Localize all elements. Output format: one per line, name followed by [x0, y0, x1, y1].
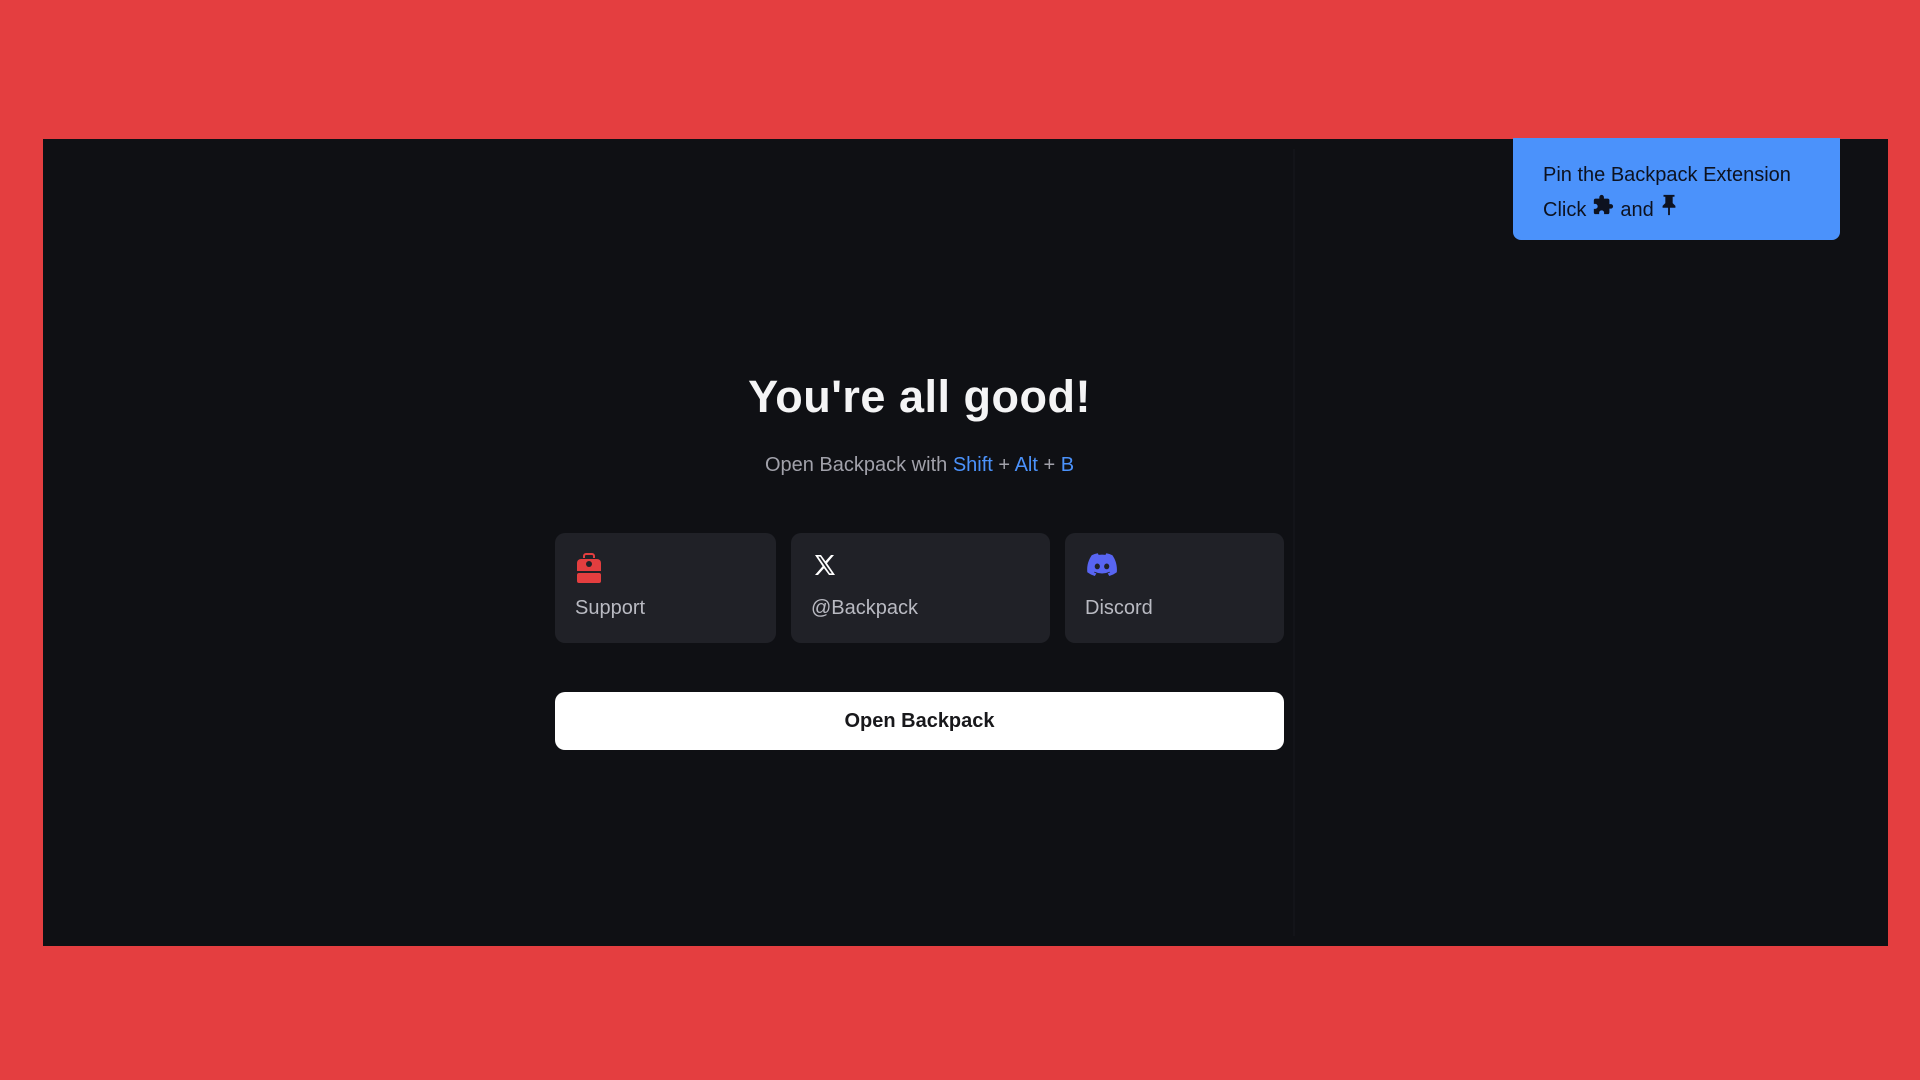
pin-callout-title: Pin the Backpack Extension [1543, 164, 1791, 186]
shortcut-plus: + [998, 454, 1011, 476]
shortcut-key-shift: Shift [952, 454, 993, 476]
shortcut-key-b: B [1060, 454, 1075, 476]
shortcut-plus: + [1043, 454, 1056, 476]
app-window: Pin the Backpack Extension Click and You… [43, 138, 1888, 946]
support-card[interactable]: Support [555, 533, 776, 643]
discord-card[interactable]: Discord [1065, 533, 1284, 643]
discord-icon [1087, 553, 1117, 582]
pin-callout-click-text: Click [1543, 199, 1587, 221]
pushpin-icon [1654, 193, 1684, 228]
open-backpack-button[interactable]: Open Backpack [555, 692, 1284, 750]
x-card[interactable]: @Backpack [791, 533, 1050, 643]
divider [1293, 149, 1295, 936]
pin-callout-instructions: Click and [1543, 193, 1812, 228]
discord-card-label: Discord [1085, 597, 1153, 619]
backpack-icon [577, 553, 601, 588]
shortcut-key-alt: Alt [1014, 454, 1038, 476]
pin-callout-and-text: and [1620, 199, 1654, 221]
shortcut-hint: Open Backpack with Shift + Alt + B [555, 454, 1284, 477]
x-card-label: @Backpack [811, 597, 919, 619]
x-logo-icon [813, 553, 837, 582]
pin-extension-callout: Pin the Backpack Extension Click and [1513, 138, 1840, 240]
puzzle-icon [1586, 193, 1620, 228]
shortcut-hint-text: Open Backpack with [764, 454, 948, 476]
page-title: You're all good! [748, 371, 1091, 422]
support-card-label: Support [575, 597, 646, 619]
